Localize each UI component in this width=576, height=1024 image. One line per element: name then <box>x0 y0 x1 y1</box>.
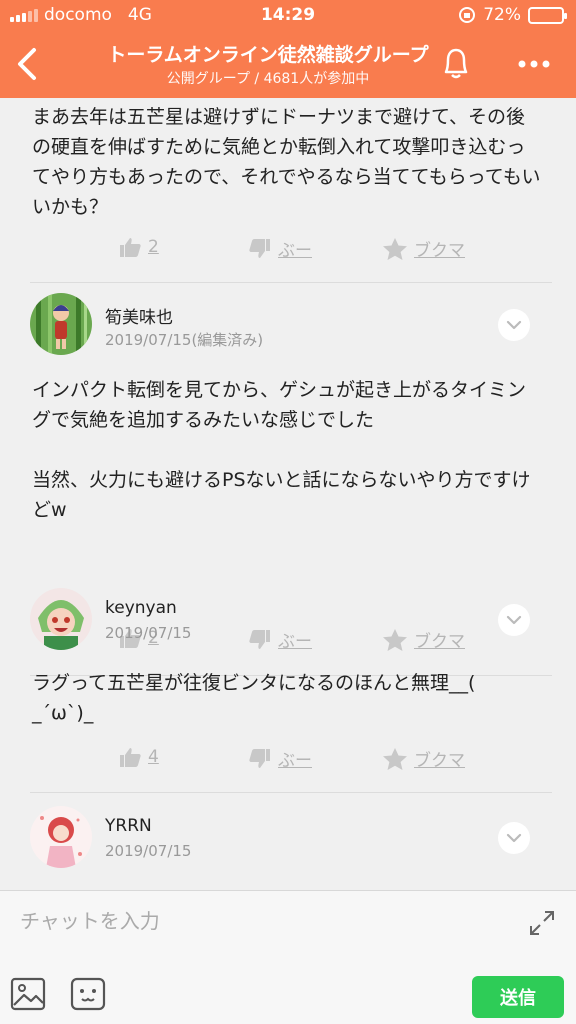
battery-percent: 72% <box>483 5 521 25</box>
bell-icon[interactable] <box>438 44 474 82</box>
like-button[interactable]: 2 <box>118 236 159 258</box>
thumbs-down-icon <box>249 748 270 768</box>
chevron-down-icon <box>506 615 522 625</box>
chat-input[interactable]: チャットを入力 <box>20 905 160 934</box>
thumbs-down-icon <box>249 238 270 258</box>
chevron-down-icon <box>506 320 522 330</box>
star-icon <box>383 628 407 651</box>
dislike-button[interactable]: ぶー <box>248 627 312 652</box>
back-icon[interactable] <box>10 44 46 84</box>
comment-actions: 2 ぶー ブクマ <box>0 236 576 270</box>
sticker-icon[interactable] <box>70 977 106 1011</box>
thumbs-down-icon <box>249 629 270 649</box>
dislike-label: ぶー <box>278 751 312 771</box>
status-bar: docomo 4G 14:29 72% <box>0 0 576 30</box>
divider <box>30 282 552 283</box>
divider <box>30 792 552 793</box>
author-name[interactable]: keynyan <box>105 598 177 618</box>
comment-actions: 4 ぶー ブクマ <box>0 746 576 780</box>
like-count: 2 <box>148 237 159 257</box>
thumbs-up-icon <box>120 238 141 257</box>
comment-feed[interactable]: まあ去年は五芒星は避けずにドーナツまで避けて、その後の硬直を伸ばすために気絶とか… <box>0 98 576 890</box>
group-title[interactable]: トーラムオンライン徒然雑談グループ <box>60 40 476 67</box>
comment-body: インパクト転倒を見てから、ゲシュが起き上がるタイミングで気絶を追加するみたいな感… <box>32 379 531 521</box>
post-date: 2019/07/15 <box>105 842 192 860</box>
like-count: 4 <box>148 747 159 767</box>
comment-body: まあ去年は五芒星は避けずにドーナツまで避けて、その後の硬直を伸ばすために気絶とか… <box>32 106 541 218</box>
thumbs-up-icon <box>120 748 141 767</box>
chevron-down-icon <box>506 833 522 843</box>
star-icon <box>383 747 407 770</box>
bookmark-button[interactable]: ブクマ <box>382 746 465 771</box>
post-date: 2019/07/15 <box>105 624 192 642</box>
expand-icon[interactable] <box>528 909 556 937</box>
battery-icon <box>528 6 567 24</box>
dislike-label: ぶー <box>278 632 312 652</box>
dislike-button[interactable]: ぶー <box>248 236 312 261</box>
expand-button[interactable] <box>498 604 530 636</box>
expand-button[interactable] <box>498 822 530 854</box>
bookmark-label: ブクマ <box>414 241 465 261</box>
comment-body: ラグって五芒星が往復ビンタになるのほんと無理__( _´ω`)_ <box>32 672 476 724</box>
bookmark-button[interactable]: ブクマ <box>382 627 465 652</box>
bookmark-button[interactable]: ブクマ <box>382 236 465 261</box>
group-subtitle: 公開グループ / 4681人が参加中 <box>166 71 370 87</box>
avatar[interactable] <box>30 806 92 868</box>
avatar[interactable] <box>30 293 92 355</box>
avatar[interactable] <box>30 588 92 650</box>
bookmark-label: ブクマ <box>414 632 465 652</box>
like-button[interactable]: 4 <box>118 746 159 768</box>
author-name[interactable]: YRRN <box>105 816 152 836</box>
dislike-button[interactable]: ぶー <box>248 746 312 771</box>
group-header: トーラムオンライン徒然雑談グループ 公開グループ / 4681人が参加中 <box>0 30 576 98</box>
send-button[interactable]: 送信 <box>472 976 564 1018</box>
image-icon[interactable] <box>10 977 46 1011</box>
author-name[interactable]: 筍美味也 <box>105 303 173 328</box>
bookmark-label: ブクマ <box>414 751 465 771</box>
star-icon <box>383 237 407 260</box>
post-date: 2019/07/15(編集済み) <box>105 331 264 349</box>
more-icon[interactable] <box>514 52 554 76</box>
orientation-lock-icon <box>459 7 476 23</box>
expand-button[interactable] <box>498 309 530 341</box>
dislike-label: ぶー <box>278 241 312 261</box>
